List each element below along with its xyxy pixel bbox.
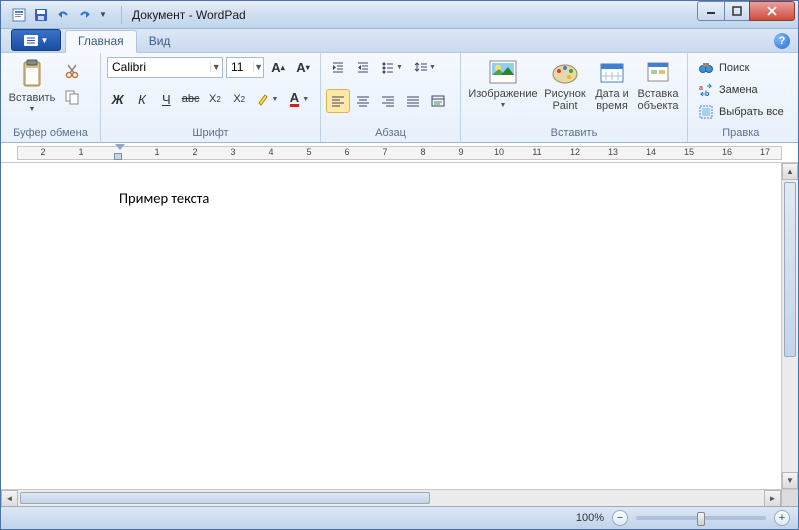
highlighter-icon bbox=[256, 92, 270, 106]
wordpad-icon[interactable] bbox=[9, 5, 29, 25]
first-line-indent-marker[interactable] bbox=[115, 144, 125, 150]
line-spacing-button[interactable]: ▼ bbox=[410, 56, 440, 78]
save-icon[interactable] bbox=[31, 5, 51, 25]
shrink-font-button[interactable]: A▾ bbox=[292, 56, 314, 78]
font-size-input[interactable] bbox=[227, 60, 253, 74]
align-center-button[interactable] bbox=[352, 90, 374, 112]
decrease-indent-button[interactable] bbox=[327, 56, 349, 78]
scroll-down-button[interactable]: ▼ bbox=[782, 472, 798, 489]
binoculars-icon bbox=[698, 60, 714, 76]
bullets-button[interactable]: ▼ bbox=[377, 56, 407, 78]
wordpad-window: ▼ Документ - WordPad ▼ Главная Вид ? Вст… bbox=[0, 0, 799, 530]
align-justify-button[interactable] bbox=[402, 90, 424, 112]
align-right-button[interactable] bbox=[377, 90, 399, 112]
chevron-down-icon: ▼ bbox=[41, 36, 49, 45]
copy-button[interactable] bbox=[61, 86, 83, 108]
chevron-down-icon[interactable]: ▼ bbox=[253, 62, 263, 72]
font-color-button[interactable]: A▼ bbox=[285, 88, 314, 110]
zoom-in-button[interactable]: + bbox=[774, 510, 790, 526]
bold-button[interactable]: Ж bbox=[107, 88, 128, 110]
calendar-icon bbox=[596, 58, 628, 86]
left-indent-marker[interactable] bbox=[114, 153, 122, 160]
select-all-button[interactable]: Выбрать все bbox=[694, 102, 788, 122]
paste-button[interactable]: Вставить ▼ bbox=[7, 56, 57, 113]
clipboard-icon bbox=[16, 58, 48, 90]
file-menu-button[interactable]: ▼ bbox=[11, 29, 61, 51]
insert-image-button[interactable]: Изображение ▼ bbox=[467, 56, 539, 109]
insert-paint-button[interactable]: Рисунок Paint bbox=[541, 56, 589, 112]
window-title: Документ - WordPad bbox=[132, 8, 698, 22]
scroll-thumb[interactable] bbox=[784, 182, 796, 357]
redo-icon[interactable] bbox=[75, 5, 95, 25]
separator bbox=[121, 6, 122, 24]
replace-icon: ab bbox=[698, 82, 714, 98]
close-button[interactable] bbox=[749, 1, 795, 21]
ribbon: Вставить ▼ Буфер обмена ▼ ▼ A▴ A▾ bbox=[1, 53, 798, 143]
palette-icon bbox=[549, 58, 581, 86]
insert-object-button[interactable]: Вставка объекта bbox=[635, 56, 681, 112]
ribbon-tab-strip: ▼ Главная Вид ? bbox=[1, 29, 798, 53]
scissors-icon bbox=[64, 63, 80, 79]
select-all-icon bbox=[698, 104, 714, 120]
document-area[interactable]: Пример текста bbox=[1, 163, 781, 489]
grow-font-button[interactable]: A▴ bbox=[267, 56, 289, 78]
titlebar: ▼ Документ - WordPad bbox=[1, 1, 798, 29]
status-bar: 100% − + bbox=[1, 506, 798, 529]
qat-dropdown-icon[interactable]: ▼ bbox=[97, 5, 109, 25]
group-insert: Изображение ▼ Рисунок Paint Дата и время… bbox=[461, 53, 688, 142]
document-text[interactable]: Пример текста bbox=[119, 163, 209, 489]
font-name-input[interactable] bbox=[108, 60, 210, 74]
minimize-button[interactable] bbox=[697, 1, 725, 21]
italic-button[interactable]: К bbox=[131, 88, 152, 110]
font-size-combo[interactable]: ▼ bbox=[226, 57, 264, 78]
align-left-button[interactable] bbox=[327, 90, 349, 112]
highlight-color-button[interactable]: ▼ bbox=[253, 88, 282, 110]
scroll-left-button[interactable]: ◄ bbox=[1, 490, 18, 507]
increase-indent-button[interactable] bbox=[352, 56, 374, 78]
maximize-button[interactable] bbox=[724, 1, 750, 21]
insert-datetime-button[interactable]: Дата и время bbox=[591, 56, 633, 112]
horizontal-scrollbar[interactable]: ◄ ► bbox=[1, 489, 798, 506]
zoom-out-button[interactable]: − bbox=[612, 510, 628, 526]
svg-text:a: a bbox=[699, 85, 703, 92]
group-font: ▼ ▼ A▴ A▾ Ж К Ч abc X2 X2 ▼ A▼ Шрифт bbox=[101, 53, 321, 142]
horizontal-ruler[interactable]: 211234567891011121314151617 bbox=[1, 143, 798, 163]
chevron-down-icon[interactable]: ▼ bbox=[210, 62, 222, 72]
file-icon bbox=[24, 35, 38, 46]
group-clipboard: Вставить ▼ Буфер обмена bbox=[1, 53, 101, 142]
help-icon[interactable]: ? bbox=[774, 33, 790, 49]
zoom-label: 100% bbox=[576, 512, 604, 524]
chevron-down-icon: ▼ bbox=[29, 106, 36, 113]
underline-button[interactable]: Ч bbox=[156, 88, 177, 110]
zoom-slider[interactable] bbox=[636, 516, 766, 520]
tab-view[interactable]: Вид bbox=[137, 31, 183, 52]
cut-button[interactable] bbox=[61, 60, 83, 82]
chevron-down-icon: ▼ bbox=[500, 102, 507, 109]
subscript-button[interactable]: X2 bbox=[204, 88, 225, 110]
superscript-button[interactable]: X2 bbox=[229, 88, 250, 110]
zoom-slider-thumb[interactable] bbox=[697, 512, 705, 526]
strikethrough-button[interactable]: abc bbox=[180, 88, 201, 110]
picture-icon bbox=[487, 58, 519, 86]
tab-home[interactable]: Главная bbox=[65, 30, 137, 53]
undo-icon[interactable] bbox=[53, 5, 73, 25]
scroll-right-button[interactable]: ► bbox=[764, 490, 781, 507]
svg-text:b: b bbox=[705, 91, 709, 98]
font-name-combo[interactable]: ▼ bbox=[107, 57, 223, 78]
group-editing: Поиск ab Замена Выбрать все Правка bbox=[688, 53, 794, 142]
copy-icon bbox=[64, 89, 80, 105]
find-button[interactable]: Поиск bbox=[694, 58, 753, 78]
vertical-scrollbar[interactable]: ▲ ▼ bbox=[781, 163, 798, 489]
scroll-up-button[interactable]: ▲ bbox=[782, 163, 798, 180]
scroll-thumb-h[interactable] bbox=[20, 492, 430, 504]
window-controls bbox=[698, 1, 795, 21]
group-paragraph: ▼ ▼ Абзац bbox=[321, 53, 461, 142]
paragraph-dialog-button[interactable] bbox=[427, 90, 449, 112]
object-icon bbox=[642, 58, 674, 86]
replace-button[interactable]: ab Замена bbox=[694, 80, 762, 100]
quick-access-toolbar: ▼ bbox=[1, 5, 117, 25]
